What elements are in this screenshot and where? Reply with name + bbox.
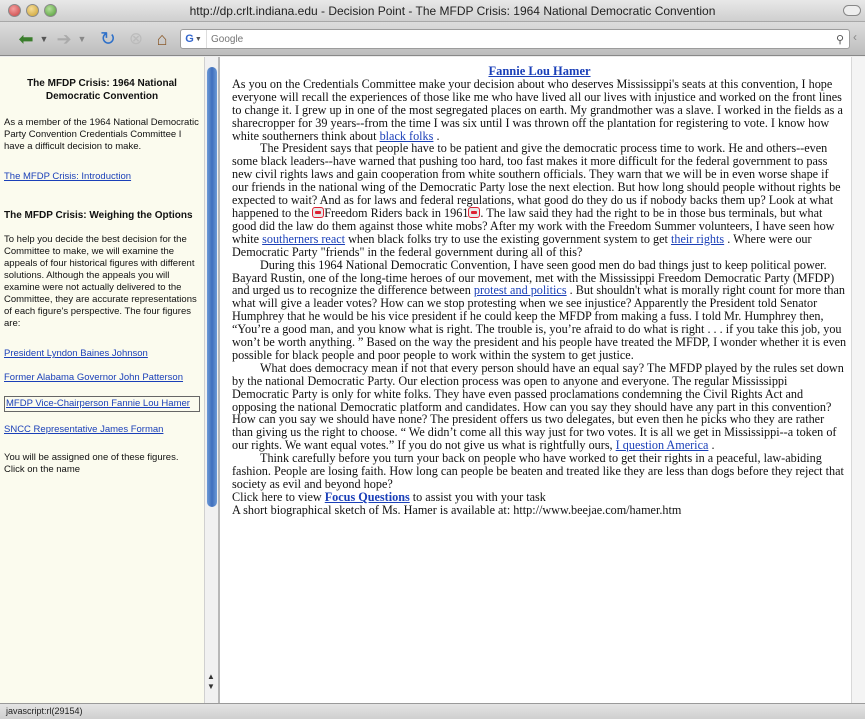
sidebar-frame: The MFDP Crisis: 1964 National Democrati… bbox=[0, 57, 220, 703]
main-scrollbar[interactable] bbox=[851, 57, 865, 703]
sidebar-title: The MFDP Crisis: 1964 National Democrati… bbox=[27, 78, 177, 102]
stop-icon[interactable]: ⊗ bbox=[124, 28, 148, 50]
browser-toolbar: ⬅ ▼ ➔ ▼ ↻ ⊗ ⌂ G▼ ⚲ ‹ bbox=[0, 22, 865, 56]
protest-and-politics-link[interactable]: protest and politics bbox=[474, 283, 567, 297]
sidebar-scroll-thumb[interactable] bbox=[207, 67, 217, 507]
scroll-up-icon[interactable]: ▲ bbox=[207, 672, 215, 681]
paragraph-4: What does democracy mean if not that eve… bbox=[232, 360, 847, 453]
paragraph-text: . bbox=[708, 438, 715, 453]
back-arrow-icon[interactable]: ⬅ bbox=[14, 28, 38, 50]
paragraph-7: A short biographical sketch of Ms. Hamer… bbox=[232, 502, 682, 517]
page-content: The MFDP Crisis: 1964 National Democrati… bbox=[0, 57, 865, 703]
scroll-down-icon[interactable]: ▼ bbox=[207, 682, 215, 691]
black-folks-link[interactable]: black folks bbox=[380, 129, 434, 143]
quote-open-icon[interactable] bbox=[312, 206, 325, 218]
figure-links: President Lyndon Baines Johnson Former A… bbox=[4, 348, 200, 436]
search-engine-selector[interactable]: G ▼ bbox=[181, 30, 207, 48]
paragraph-text: What does democracy mean if not that eve… bbox=[232, 360, 844, 453]
figure-link-forman[interactable]: SNCC Representative James Forman bbox=[4, 424, 200, 436]
main-content: Fannie Lou Hamer As you on the Credentia… bbox=[222, 57, 851, 517]
paragraph-6: Click here to view Focus Questions to as… bbox=[232, 489, 847, 504]
southerners-react-link[interactable]: southerners react bbox=[262, 232, 345, 246]
search-engine-label: G bbox=[185, 33, 194, 45]
paragraph-text: Click here to view bbox=[232, 489, 325, 504]
status-bar: javascript:rl(29154) bbox=[0, 703, 865, 719]
window-titlebar: http://dp.crlt.indiana.edu - Decision Po… bbox=[0, 0, 865, 22]
figure-link-johnson[interactable]: President Lyndon Baines Johnson bbox=[4, 348, 200, 360]
minimize-window-button[interactable] bbox=[26, 4, 39, 17]
focus-questions-link[interactable]: Focus Questions bbox=[325, 490, 410, 504]
zoom-window-button[interactable] bbox=[44, 4, 57, 17]
magnifier-icon[interactable]: ⚲ bbox=[831, 33, 849, 46]
sidebar-heading: The MFDP Crisis: Weighing the Options bbox=[4, 210, 193, 221]
paragraph-1: As you on the Credentials Committee make… bbox=[232, 76, 847, 143]
sidebar-intro: As a member of the 1964 National Democra… bbox=[4, 117, 199, 152]
figure-link-patterson[interactable]: Former Alabama Governor John Patterson bbox=[4, 372, 200, 384]
home-icon[interactable]: ⌂ bbox=[150, 28, 174, 50]
paragraph-text: . bbox=[433, 128, 440, 143]
reload-icon[interactable]: ↻ bbox=[96, 28, 120, 50]
quote-close-icon[interactable] bbox=[468, 206, 481, 218]
search-input[interactable] bbox=[207, 33, 831, 45]
question-america-link[interactable]: I question America bbox=[616, 438, 709, 452]
sidebar-content: The MFDP Crisis: 1964 National Democrati… bbox=[4, 65, 200, 476]
search-bar: G▼ ⚲ bbox=[180, 29, 850, 49]
close-window-button[interactable] bbox=[8, 4, 21, 17]
chevron-down-icon: ▼ bbox=[194, 35, 202, 43]
paragraph-text: to assist you with your task bbox=[409, 489, 546, 504]
introduction-link[interactable]: The MFDP Crisis: Introduction bbox=[4, 171, 200, 183]
sidebar-description: To help you decide the best decision for… bbox=[4, 234, 197, 329]
window-title: http://dp.crlt.indiana.edu - Decision Po… bbox=[189, 4, 716, 18]
sidebar-scrollbar[interactable]: ▲ ▼ bbox=[204, 57, 218, 703]
freedom-riders-text: Freedom Riders back in 1961 bbox=[324, 205, 469, 220]
paragraph-text: As you on the Credentials Committee make… bbox=[232, 76, 843, 143]
paragraph-3: During this 1964 National Democratic Con… bbox=[232, 258, 847, 362]
sidebar-assign-text: You will be assigned one of these figure… bbox=[4, 452, 179, 475]
back-history-dropdown[interactable]: ▼ bbox=[38, 28, 50, 50]
paragraph-5: Think carefully before you turn your bac… bbox=[232, 451, 844, 491]
figure-link-hamer[interactable]: MFDP Vice-Chairperson Fannie Lou Hamer bbox=[4, 396, 200, 412]
paragraph-2: The President says that people have to b… bbox=[232, 142, 847, 258]
forward-arrow-icon[interactable]: ➔ bbox=[52, 28, 76, 50]
forward-history-dropdown[interactable]: ▼ bbox=[76, 28, 88, 50]
main-frame: Fannie Lou Hamer As you on the Credentia… bbox=[222, 57, 851, 703]
paragraph-text: when black folks try to use the existing… bbox=[345, 231, 671, 246]
toolbar-overflow-icon[interactable]: ‹ bbox=[853, 30, 865, 48]
toolbar-toggle-button[interactable] bbox=[843, 5, 861, 16]
their-rights-link[interactable]: their rights bbox=[671, 232, 724, 246]
